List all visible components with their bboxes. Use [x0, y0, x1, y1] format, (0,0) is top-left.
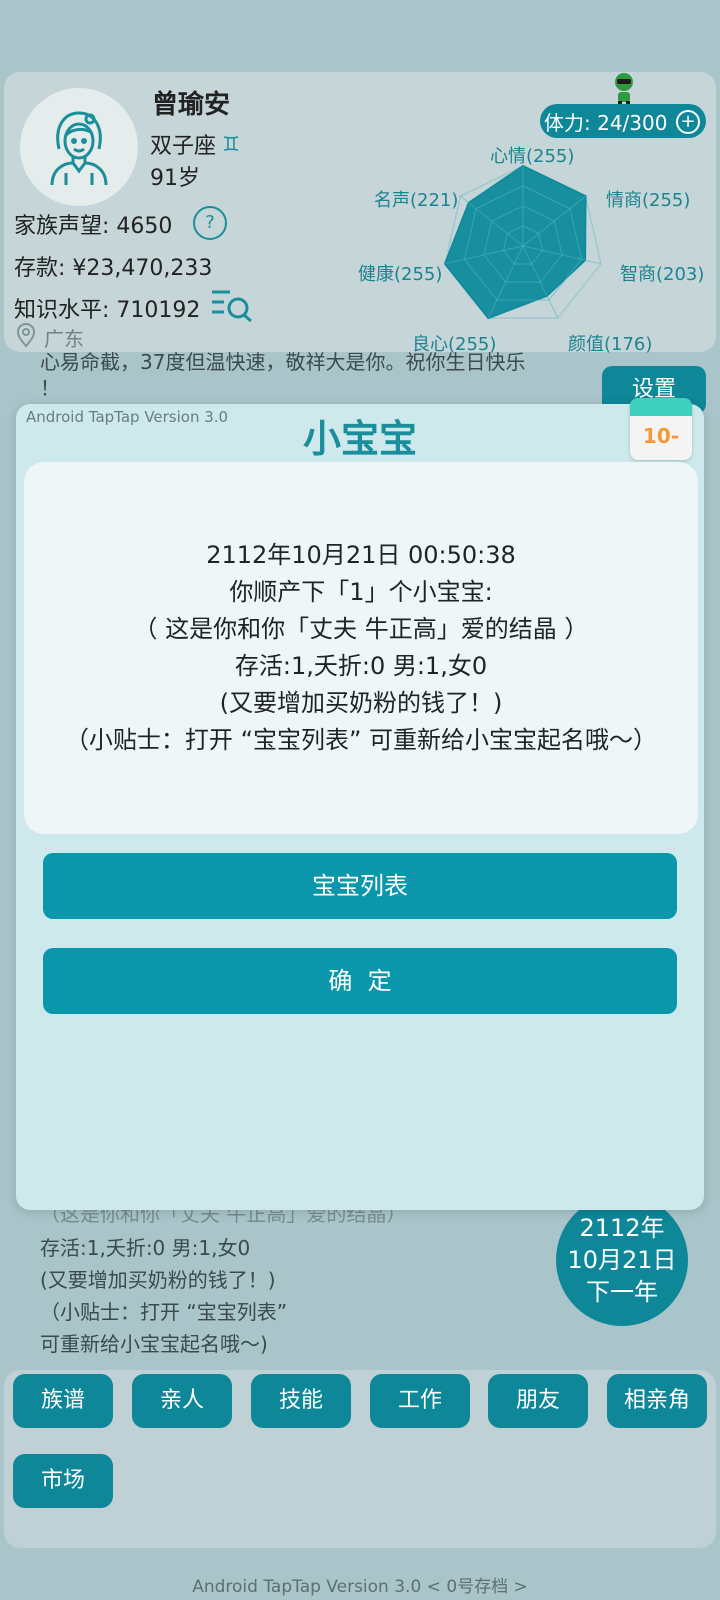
background-log-line: (又要增加买奶粉的钱了！)	[40, 1268, 276, 1292]
nav-market[interactable]: 市场	[13, 1454, 113, 1508]
nav-relatives[interactable]: 亲人	[132, 1374, 232, 1428]
knowledge-label: 知识水平: 710192	[14, 298, 201, 323]
savings-label: 存款: ¥23,470,233	[14, 256, 213, 281]
date-day: 10月21日	[567, 1246, 677, 1274]
next-year-label: 下一年	[586, 1278, 658, 1306]
add-stamina-icon[interactable]: +	[676, 110, 700, 134]
gemini-icon: ♊	[222, 132, 240, 156]
radar-label-fame: 名声(221)	[374, 190, 459, 211]
birth-message: 2112年10月21日 00:50:38 你顺产下「1」个小宝宝: （ 这是你和…	[24, 462, 698, 834]
footer-version: Android TapTap Version 3.0 < 0号存档 >	[192, 1577, 528, 1597]
date-year: 2112年	[579, 1214, 665, 1242]
nav-work[interactable]: 工作	[370, 1374, 470, 1428]
radar-label-eq: 情商(255)	[606, 190, 691, 211]
zodiac-label: 双子座	[150, 134, 217, 159]
nav-skills[interactable]: 技能	[251, 1374, 351, 1428]
background-log-line: 心易命截，37度但温快速，敬祥大是你。祝你生日快乐	[40, 350, 526, 374]
calendar-icon: 10-21	[630, 398, 692, 460]
help-icon[interactable]: ?	[193, 206, 227, 240]
location-pin-icon	[14, 322, 38, 353]
message-line: 存活:1,夭折:0 男:1,女0	[234, 652, 488, 680]
stamina-bar: 体力: 24/300 +	[540, 104, 706, 138]
nav-matchmaking[interactable]: 相亲角	[607, 1374, 707, 1428]
radar-label-mood: 心情(255)	[490, 146, 575, 167]
message-line: （小贴士：打开 “宝宝列表” 可重新给小宝宝起名哦～）	[64, 726, 658, 754]
background-log-line: （小贴士：打开 “宝宝列表”	[40, 1300, 288, 1324]
message-line: （ 这是你和你「丈夫 牛正高」爱的结晶 ）	[133, 615, 589, 643]
nav-friends[interactable]: 朋友	[488, 1374, 588, 1428]
zodiac-row: 双子座 ♊	[150, 128, 240, 160]
attribute-radar-chart	[443, 164, 602, 320]
search-list-icon[interactable]	[210, 288, 254, 326]
family-reputation: 家族声望: 4650	[14, 214, 173, 239]
dialog-title: 小宝宝	[302, 417, 417, 461]
calendar-date: 10-21	[642, 424, 680, 448]
baby-list-button[interactable]: 宝宝列表	[43, 853, 677, 919]
message-line: (又要增加买奶粉的钱了！)	[219, 689, 503, 717]
confirm-button[interactable]: 确 定	[43, 948, 677, 1014]
radar-label-health: 健康(255)	[358, 264, 443, 285]
message-line: 2112年10月21日 00:50:38	[206, 541, 516, 569]
player-name: 曾瑜安	[152, 90, 231, 120]
stamina-label: 体力: 24/300	[544, 110, 668, 135]
avatar[interactable]	[20, 88, 138, 206]
age-label: 91岁	[150, 166, 200, 191]
attribute-radar-area	[443, 164, 587, 320]
nav-family-tree[interactable]: 族谱	[13, 1374, 113, 1428]
radar-label-iq: 智商(203)	[620, 264, 705, 285]
next-year-button[interactable]: 2112年 10月21日 下一年	[556, 1194, 688, 1326]
message-line: 你顺产下「1」个小宝宝:	[229, 578, 493, 606]
background-log-line: ！	[40, 376, 60, 400]
background-log-line: 可重新给小宝宝起名哦～)	[40, 1332, 268, 1356]
background-log-line: 存活:1,夭折:0 男:1,女0	[40, 1236, 251, 1260]
woman-avatar-icon	[50, 111, 108, 186]
